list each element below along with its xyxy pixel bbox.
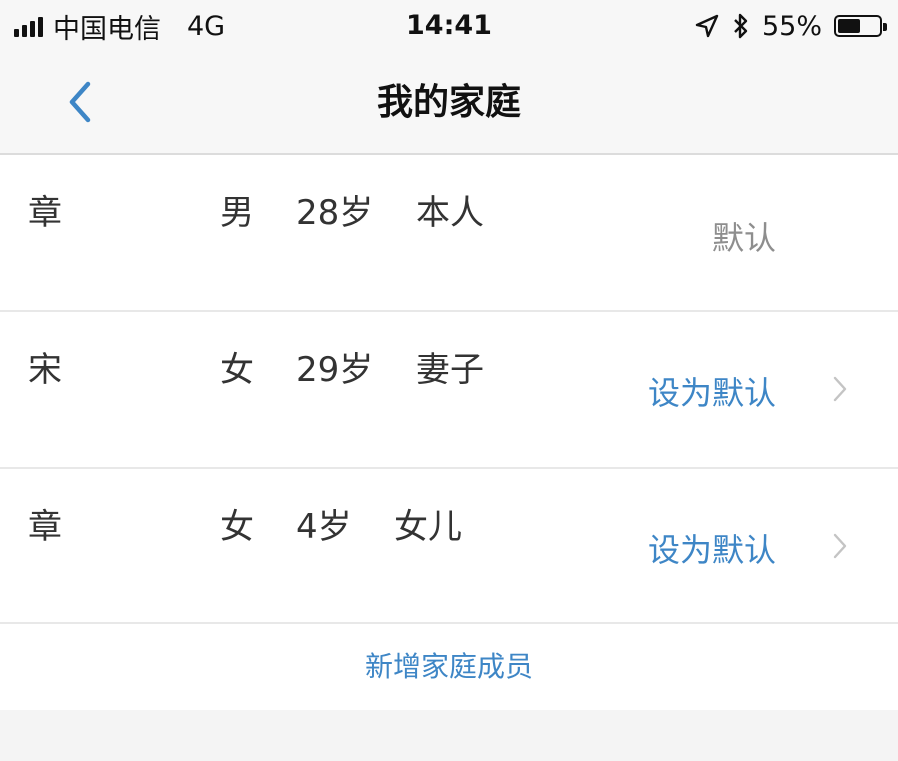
member-relation: 女儿 bbox=[394, 507, 462, 547]
set-default-button[interactable]: 设为默认 bbox=[648, 368, 776, 414]
member-gender: 男 bbox=[220, 193, 254, 233]
chevron-right-icon[interactable] bbox=[830, 531, 850, 561]
battery-icon bbox=[834, 15, 887, 37]
add-family-member-button[interactable]: 新增家庭成员 bbox=[0, 622, 898, 710]
member-gender: 女 bbox=[220, 507, 254, 547]
chevron-right-icon[interactable] bbox=[830, 374, 850, 404]
nav-bar: 我的家庭 bbox=[0, 52, 898, 155]
member-gender: 女 bbox=[220, 350, 254, 390]
set-default-button[interactable]: 设为默认 bbox=[648, 525, 776, 571]
member-name: 章 bbox=[28, 193, 62, 233]
member-row[interactable]: 宋 女 29岁 妻子 设为默认 bbox=[0, 312, 898, 469]
default-status-label: 默认 bbox=[711, 219, 776, 257]
member-age: 28岁 bbox=[296, 193, 374, 233]
battery-percentage: 55% bbox=[761, 10, 822, 42]
member-name: 宋 bbox=[28, 350, 62, 390]
member-relation: 妻子 bbox=[416, 350, 484, 390]
bluetooth-icon bbox=[734, 13, 748, 39]
battery-tip bbox=[883, 23, 887, 31]
status-bar: 中国电信 4G 14:41 55% bbox=[0, 0, 898, 52]
member-relation: 本人 bbox=[416, 193, 484, 233]
member-age: 4岁 bbox=[296, 507, 352, 547]
status-right: 55% bbox=[694, 6, 887, 46]
page-title: 我的家庭 bbox=[376, 82, 521, 123]
member-row[interactable]: 章 女 4岁 女儿 设为默认 bbox=[0, 469, 898, 624]
battery-fill bbox=[838, 19, 860, 33]
family-member-list: 章 男 28岁 本人 默认 宋 女 29岁 妻子 设为默认 章 女 4岁 女儿 … bbox=[0, 155, 898, 624]
member-age: 29岁 bbox=[296, 350, 374, 390]
member-row: 章 男 28岁 本人 默认 bbox=[0, 155, 898, 312]
member-name: 章 bbox=[28, 507, 62, 547]
location-arrow-icon bbox=[695, 14, 719, 38]
